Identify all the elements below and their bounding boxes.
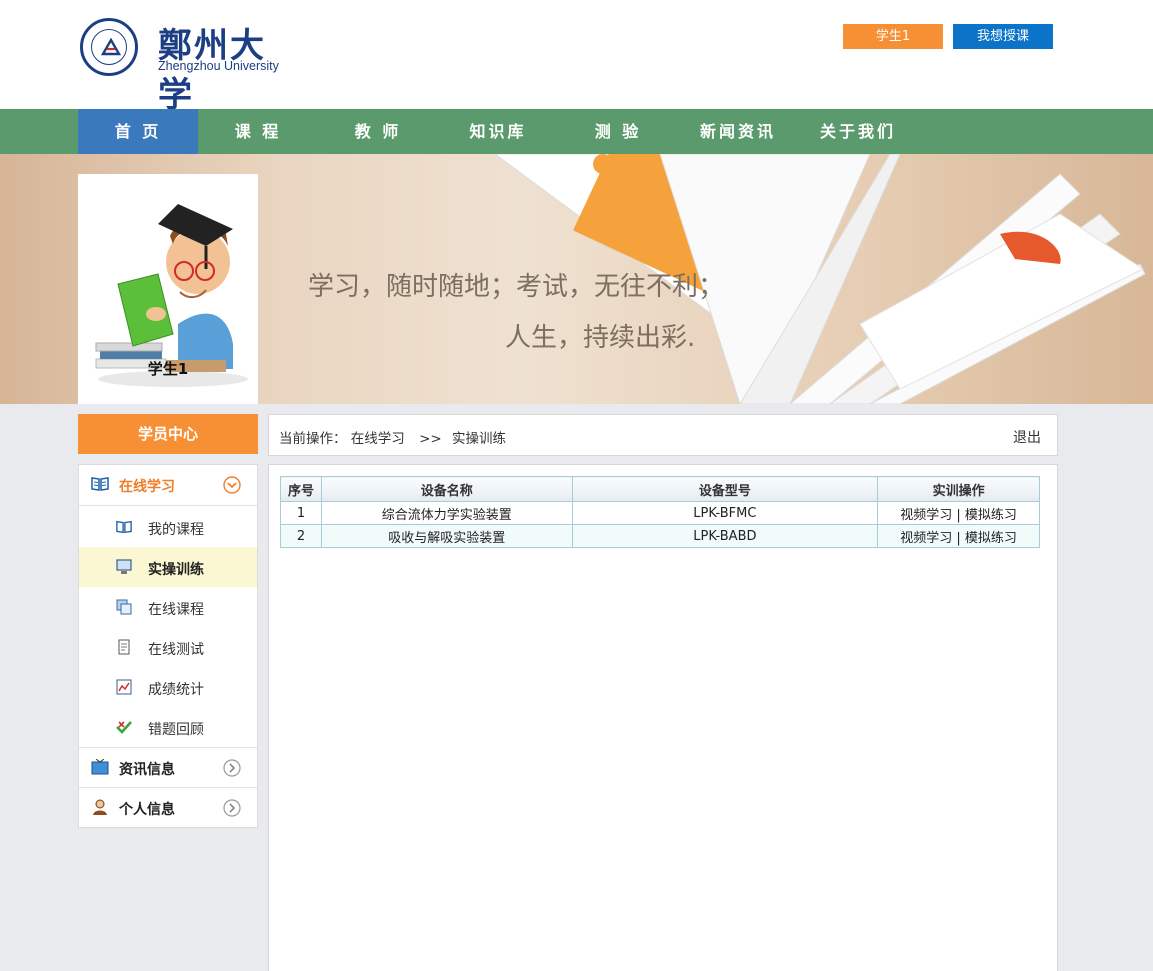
simulation-practice-link[interactable]: 模拟练习 (965, 508, 1017, 523)
sidebar-item-label: 在线测试 (148, 642, 204, 658)
nav-item-home[interactable]: 首 页 (78, 109, 198, 154)
sidebar-group-personal-info[interactable]: 个人信息 (79, 788, 257, 829)
breadcrumb-separator: >> (419, 431, 442, 447)
document-icon (118, 639, 130, 655)
breadcrumb-item-current: 实操训练 (452, 431, 507, 447)
site-header: 鄭州大学 Zhengzhou University 学生1 我想授课 (0, 0, 1153, 115)
cell-model: LPK-BABD (571, 524, 879, 548)
sidebar-item-my-courses[interactable]: 我的课程 (79, 507, 257, 547)
cell-name: 综合流体力学实验装置 (320, 501, 573, 525)
column-header-operation: 实训操作 (877, 476, 1040, 502)
university-logo[interactable]: 鄭州大学 Zhengzhou University (80, 18, 290, 115)
table-row: 1 综合流体力学实验装置 LPK-BFMC 视频学习 | 模拟练习 (280, 501, 1040, 525)
user-button[interactable]: 学生1 (843, 24, 943, 49)
equipment-table: 序号 设备名称 设备型号 实训操作 1 综合流体力学实验装置 LPK-BFMC … (280, 476, 1040, 548)
breadcrumb-item-online-learning[interactable]: 在线学习 (351, 431, 405, 447)
computer-icon (116, 559, 132, 574)
banner-slogan-line2: 人生，持续出彩. (505, 323, 696, 353)
cell-name: 吸收与解吸实验装置 (320, 524, 573, 548)
nav-item-news[interactable]: 新闻资讯 (678, 109, 798, 154)
chart-icon (116, 679, 132, 695)
cell-index: 1 (280, 501, 322, 525)
main-nav: 首 页 课 程 教 师 知识库 测 验 新闻资讯 关于我们 (0, 109, 1153, 154)
main-content: 序号 设备名称 设备型号 实训操作 1 综合流体力学实验装置 LPK-BFMC … (268, 464, 1058, 971)
table-header-row: 序号 设备名称 设备型号 实训操作 (280, 476, 1040, 502)
sidebar-group-news-info[interactable]: 资讯信息 (79, 747, 257, 788)
logout-link[interactable]: 退出 (1013, 427, 1041, 447)
sidebar-group-label: 在线学习 (119, 479, 175, 495)
sidebar-group-label: 资讯信息 (119, 762, 175, 778)
sidebar-group-online-learning[interactable]: 在线学习 (79, 465, 257, 506)
breadcrumb: 当前操作： 在线学习 >> 实操训练 退出 (268, 414, 1058, 456)
nav-item-courses[interactable]: 课 程 (198, 109, 318, 154)
sidebar-item-wrong-review[interactable]: 错题回顾 (79, 707, 257, 747)
sidebar-item-label: 实操训练 (148, 562, 204, 578)
sidebar-group-label: 个人信息 (119, 802, 175, 818)
simulation-practice-link[interactable]: 模拟练习 (965, 531, 1017, 546)
operation-separator: | (956, 530, 961, 546)
cell-index: 2 (280, 524, 322, 548)
sidebar-item-online-courses[interactable]: 在线课程 (79, 587, 257, 627)
cell-operation: 视频学习 | 模拟练习 (877, 501, 1040, 525)
check-icon (116, 721, 132, 734)
avatar-user-name: 学生1 (147, 360, 189, 378)
banner-slogan-line1: 学习，随时随地；考试，无往不利； (308, 272, 725, 302)
chevron-right-icon[interactable] (223, 799, 241, 817)
sidebar-menu: 在线学习 我的课程 实操训练 在线课程 在线测试 成绩统计 错题回顾 资讯信息 … (78, 464, 258, 828)
teach-button[interactable]: 我想授课 (953, 24, 1053, 49)
sidebar-item-practical-training[interactable]: 实操训练 (79, 547, 257, 587)
student-avatar-card: 学生1 (78, 174, 258, 404)
university-emblem-icon (80, 18, 138, 76)
sidebar-item-label: 在线课程 (148, 602, 204, 618)
video-study-link[interactable]: 视频学习 (900, 531, 952, 546)
nav-item-knowledge-base[interactable]: 知识库 (438, 109, 558, 154)
book-icon (91, 477, 109, 491)
hero-banner: 学生1 学习，随时随地；考试，无往不利； 人生，持续出彩. (0, 154, 1153, 404)
column-header-name: 设备名称 (320, 476, 573, 502)
nav-item-about[interactable]: 关于我们 (798, 109, 918, 154)
nav-item-quiz[interactable]: 测 验 (558, 109, 678, 154)
video-study-link[interactable]: 视频学习 (900, 508, 952, 523)
chevron-right-icon[interactable] (223, 759, 241, 777)
column-header-model: 设备型号 (571, 476, 879, 502)
sidebar-item-online-test[interactable]: 在线测试 (79, 627, 257, 667)
chevron-down-icon[interactable] (223, 476, 241, 494)
cell-model: LPK-BFMC (571, 501, 879, 525)
person-icon (93, 799, 107, 815)
sidebar-item-score-statistics[interactable]: 成绩统计 (79, 667, 257, 707)
breadcrumb-path: 当前操作： 在线学习 >> 实操训练 (279, 427, 506, 447)
tv-icon (91, 759, 109, 775)
table-row: 2 吸收与解吸实验装置 LPK-BABD 视频学习 | 模拟练习 (280, 524, 1040, 548)
operation-separator: | (956, 507, 961, 523)
sidebar-item-label: 成绩统计 (148, 682, 204, 698)
column-header-index: 序号 (280, 476, 322, 502)
student-center-title: 学员中心 (78, 414, 258, 454)
nav-item-teachers[interactable]: 教 师 (318, 109, 438, 154)
sidebar-item-label: 我的课程 (148, 522, 204, 538)
window-icon (116, 599, 132, 615)
logo-english-name: Zhengzhou University (158, 59, 279, 73)
book-icon (116, 520, 132, 534)
cell-operation: 视频学习 | 模拟练习 (877, 524, 1040, 548)
breadcrumb-prefix: 当前操作： (279, 431, 347, 447)
sidebar-item-label: 错题回顾 (148, 722, 204, 738)
